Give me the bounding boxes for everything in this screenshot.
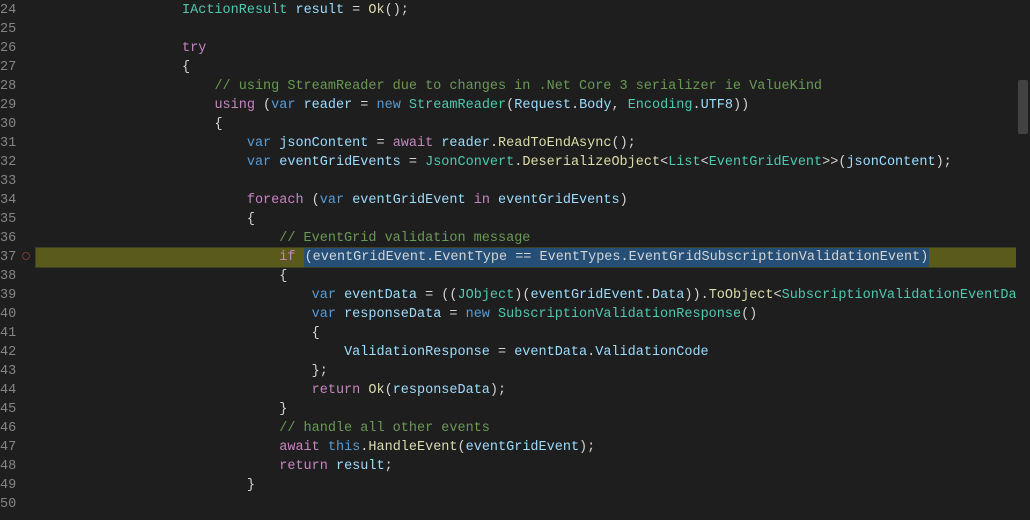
line-number: 27 — [0, 58, 16, 77]
code-editor[interactable]: 2425262728293031323334353637383940414243… — [0, 0, 1030, 514]
line-number: 50 — [0, 495, 16, 514]
line-number: 44 — [0, 381, 16, 400]
line-number: 34 — [0, 191, 16, 210]
code-line[interactable]: { — [36, 210, 1030, 229]
code-line[interactable]: if (eventGridEvent.EventType == EventTyp… — [36, 248, 1030, 267]
code-line[interactable]: // EventGrid validation message — [36, 229, 1030, 248]
line-number: 45 — [0, 400, 16, 419]
code-line[interactable]: }; — [36, 362, 1030, 381]
code-line[interactable]: } — [36, 476, 1030, 495]
line-number: 48 — [0, 457, 16, 476]
line-number-gutter: 2425262728293031323334353637383940414243… — [0, 0, 36, 514]
line-number: 28 — [0, 77, 16, 96]
line-number: 38 — [0, 267, 16, 286]
code-line[interactable]: } — [36, 400, 1030, 419]
line-number: 35 — [0, 210, 16, 229]
code-content[interactable]: IActionResult result = Ok(); try { // us… — [36, 0, 1030, 514]
code-line[interactable]: { — [36, 115, 1030, 134]
vertical-scrollbar[interactable] — [1016, 0, 1030, 520]
code-line[interactable]: using (var reader = new StreamReader(Req… — [36, 96, 1030, 115]
line-number: 30 — [0, 115, 16, 134]
code-line[interactable] — [36, 172, 1030, 191]
line-number: 33 — [0, 172, 16, 191]
line-number: 41 — [0, 324, 16, 343]
scrollbar-thumb[interactable] — [1018, 80, 1028, 134]
code-line[interactable]: ValidationResponse = eventData.Validatio… — [36, 343, 1030, 362]
line-number: 49 — [0, 476, 16, 495]
code-line[interactable]: // using StreamReader due to changes in … — [36, 77, 1030, 96]
code-line[interactable] — [36, 20, 1030, 39]
code-line[interactable]: { — [36, 324, 1030, 343]
line-number: 39 — [0, 286, 16, 305]
code-line[interactable]: { — [36, 267, 1030, 286]
code-line[interactable]: // handle all other events — [36, 419, 1030, 438]
code-line[interactable]: foreach (var eventGridEvent in eventGrid… — [36, 191, 1030, 210]
code-line[interactable]: return result; — [36, 457, 1030, 476]
code-line[interactable]: try — [36, 39, 1030, 58]
code-line[interactable]: { — [36, 58, 1030, 77]
line-number: 40 — [0, 305, 16, 324]
line-number: 31 — [0, 134, 16, 153]
line-number: 29 — [0, 96, 16, 115]
line-number: 47 — [0, 438, 16, 457]
line-number: 26 — [0, 39, 16, 58]
code-line[interactable]: var responseData = new SubscriptionValid… — [36, 305, 1030, 324]
line-number: 37 — [0, 248, 16, 267]
code-line[interactable]: var eventGridEvents = JsonConvert.Deseri… — [36, 153, 1030, 172]
line-number: 32 — [0, 153, 16, 172]
code-line[interactable] — [36, 495, 1030, 514]
code-line[interactable]: var jsonContent = await reader.ReadToEnd… — [36, 134, 1030, 153]
code-line[interactable]: IActionResult result = Ok(); — [36, 1, 1030, 20]
line-number: 36 — [0, 229, 16, 248]
line-number: 46 — [0, 419, 16, 438]
line-number: 25 — [0, 20, 16, 39]
code-line[interactable]: var eventData = ((JObject)(eventGridEven… — [36, 286, 1030, 305]
code-line[interactable]: await this.HandleEvent(eventGridEvent); — [36, 438, 1030, 457]
line-number: 42 — [0, 343, 16, 362]
line-number: 24 — [0, 1, 16, 20]
line-number: 43 — [0, 362, 16, 381]
code-line[interactable]: return Ok(responseData); — [36, 381, 1030, 400]
